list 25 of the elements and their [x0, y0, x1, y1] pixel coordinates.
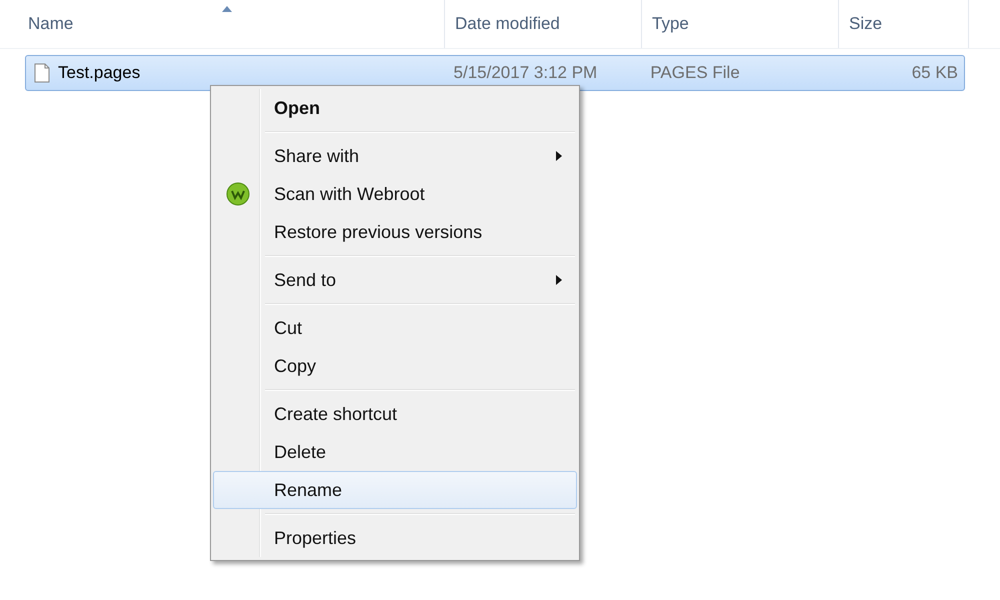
- date-cell-text: 5/15/2017 3:12 PM: [452, 63, 598, 83]
- file-name: Test.pages: [58, 63, 140, 83]
- menu-item[interactable]: Create shortcut: [213, 395, 577, 433]
- column-header[interactable]: Name: [0, 0, 445, 48]
- submenu-arrow-icon: [556, 275, 562, 285]
- menu-item[interactable]: Restore previous versions: [213, 213, 577, 251]
- menu-item[interactable]: Open: [213, 89, 577, 127]
- sort-arrow-icon: [222, 6, 232, 12]
- menu-item[interactable]: Delete: [213, 433, 577, 471]
- type-cell-text: PAGES File: [649, 63, 741, 83]
- menu-item[interactable]: Send to: [213, 261, 577, 299]
- w-badge-icon: [226, 182, 250, 206]
- column-header[interactable]: Size: [839, 0, 969, 48]
- column-header[interactable]: Date modified: [445, 0, 642, 48]
- menu-item[interactable]: Share with: [213, 137, 577, 175]
- menu-item[interactable]: Cut: [213, 309, 577, 347]
- menu-item[interactable]: Copy: [213, 347, 577, 385]
- menu-item[interactable]: Properties: [213, 519, 577, 557]
- document-icon: [34, 63, 50, 83]
- size-cell-text: 65 KB: [910, 63, 960, 83]
- file-row[interactable]: Test.pages 5/15/2017 3:12 PM PAGES File 65 KB: [25, 55, 965, 91]
- menu-item[interactable]: Scan with Webroot: [213, 175, 577, 213]
- menu-item[interactable]: Rename: [213, 471, 577, 509]
- column-header[interactable]: Type: [642, 0, 839, 48]
- submenu-arrow-icon: [556, 151, 562, 161]
